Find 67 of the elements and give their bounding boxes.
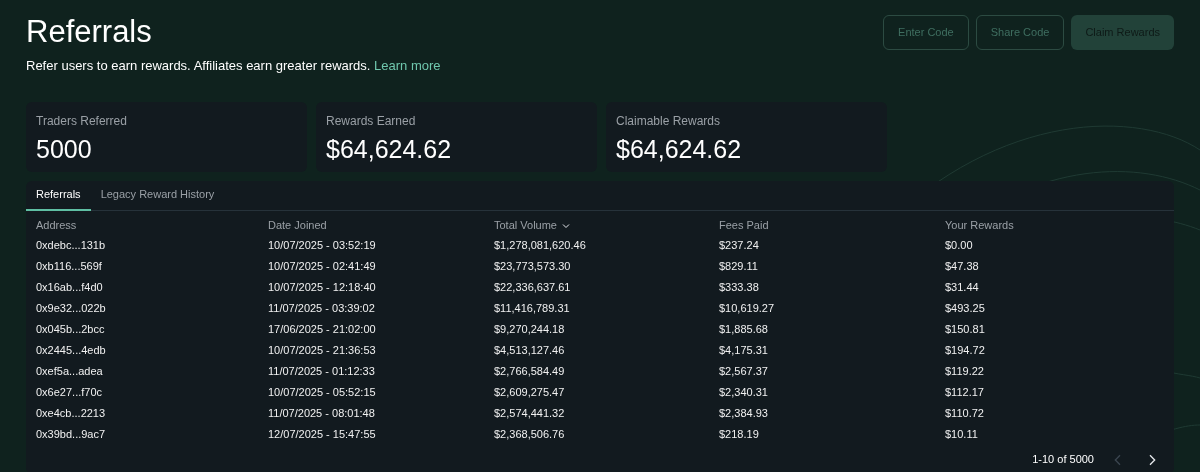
page-range: 1-10 of 5000 xyxy=(1032,452,1094,468)
table-cell: 12/07/2025 - 15:47:55 xyxy=(268,428,376,440)
table-cell: 0x16ab...f4d0 xyxy=(36,281,103,293)
table-cell: $0.00 xyxy=(945,239,973,251)
table-cell: 17/06/2025 - 21:02:00 xyxy=(268,323,376,335)
table-cell: $31.44 xyxy=(945,281,979,293)
page-title: Referrals xyxy=(26,13,153,51)
table-cell: $2,368,506.76 xyxy=(494,428,565,440)
stat-value: $64,624.62 xyxy=(616,133,743,165)
table-cell: $2,340.31 xyxy=(719,386,768,398)
table-cell: $1,278,081,620.46 xyxy=(494,239,586,251)
table-cell: $9,270,244.18 xyxy=(494,323,565,335)
table-cell: $23,773,573.30 xyxy=(494,260,571,272)
table-cell: $2,567.37 xyxy=(719,365,768,377)
table-cell: 0x39bd...9ac7 xyxy=(36,428,106,440)
column-header[interactable]: Your Rewards xyxy=(945,217,1014,234)
table-cell: 10/07/2025 - 21:36:53 xyxy=(268,344,376,356)
table-cell: 0x6e27...f70c xyxy=(36,386,103,398)
table-cell: $10.11 xyxy=(945,428,978,440)
stat-label: Rewards Earned xyxy=(326,112,417,130)
table-cell: $112.17 xyxy=(945,386,984,398)
table-cell: 0x9e32...022b xyxy=(36,302,106,314)
table-cell: 0xef5a...adea xyxy=(36,365,103,377)
table-cell: $194.72 xyxy=(945,344,985,356)
table-cell: $2,766,584.49 xyxy=(494,365,565,377)
table-cell: $2,384.93 xyxy=(719,407,768,419)
stat-label: Traders Referred xyxy=(36,112,128,130)
table-cell: $4,175.31 xyxy=(719,344,768,356)
table-cell: 10/07/2025 - 05:52:15 xyxy=(268,386,376,398)
table-cell: $110.72 xyxy=(945,407,984,419)
table-cell: 10/07/2025 - 03:52:19 xyxy=(268,239,376,251)
table-cell: $1,885.68 xyxy=(719,323,768,335)
learn-more-link[interactable]: Learn more xyxy=(374,58,441,73)
table-cell: $493.25 xyxy=(945,302,985,314)
table-cell: 11/07/2025 - 08:01:48 xyxy=(268,407,375,419)
table-cell: $2,574,441.32 xyxy=(494,407,565,419)
table-cell: $2,609,275.47 xyxy=(494,386,565,398)
column-header[interactable]: Date Joined xyxy=(268,217,327,234)
table-cell: $333.38 xyxy=(719,281,759,293)
table-cell: 0x2445...4edb xyxy=(36,344,106,356)
table-cell: $4,513,127.46 xyxy=(494,344,565,356)
page-subtitle: Refer users to earn rewards. Affiliates earn greater rewards. Learn more xyxy=(26,57,441,75)
column-header[interactable]: Fees Paid xyxy=(719,217,769,234)
stat-value: $64,624.62 xyxy=(326,133,453,165)
table-cell: $237.24 xyxy=(719,239,759,251)
table-cell: 11/07/2025 - 01:12:33 xyxy=(268,365,375,377)
stat-value: 5000 xyxy=(36,133,93,165)
table-cell: 0xe4cb...2213 xyxy=(36,407,106,419)
table-cell: $119.22 xyxy=(945,365,984,377)
table-cell: 0x045b...2bcc xyxy=(36,323,105,335)
table-cell: $150.81 xyxy=(945,323,985,335)
tab[interactable]: Referrals xyxy=(26,180,91,211)
table-cell: $22,336,637.61 xyxy=(494,281,571,293)
stat-label: Claimable Rewards xyxy=(616,112,722,130)
table-cell: $47.38 xyxy=(945,260,979,272)
tab[interactable]: Legacy Reward History xyxy=(90,180,225,211)
table-cell: $829.11 xyxy=(719,260,758,272)
table-cell: 10/07/2025 - 12:18:40 xyxy=(268,281,376,293)
table-cell: $11,416,789.31 xyxy=(494,302,570,314)
column-header[interactable]: Total Volume xyxy=(494,217,572,234)
table-cell: 0xdebc...131b xyxy=(36,239,106,251)
table-cell: 11/07/2025 - 03:39:02 xyxy=(268,302,375,314)
table-cell: 10/07/2025 - 02:41:49 xyxy=(268,260,376,272)
table-cell: $10,619.27 xyxy=(719,302,775,314)
table-cell: $218.19 xyxy=(719,428,759,440)
column-header[interactable]: Address xyxy=(36,217,77,234)
table-cell: 0xb116...569f xyxy=(36,260,102,272)
